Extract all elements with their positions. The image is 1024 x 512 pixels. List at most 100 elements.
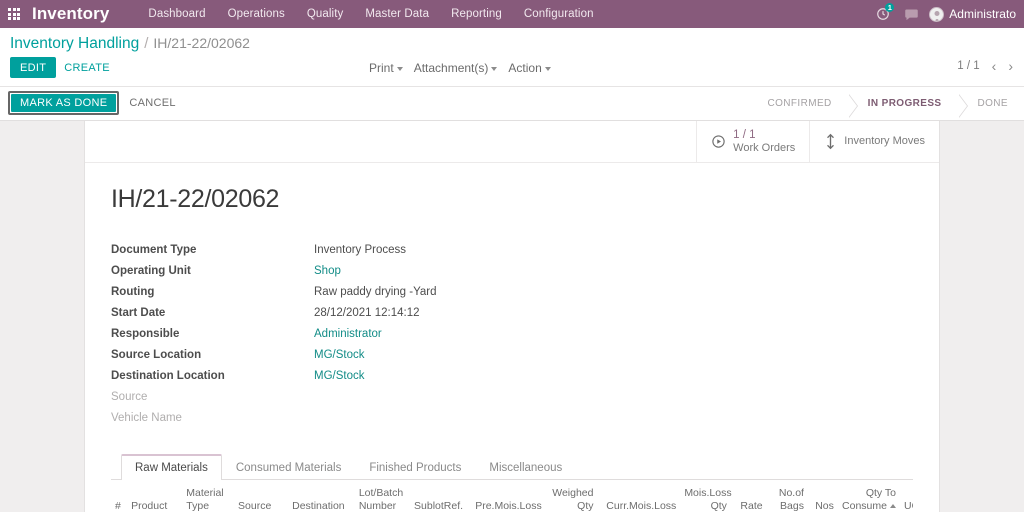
- raw-materials-table: # Product Material Type Source Destinati…: [111, 480, 913, 512]
- vertical-arrows-icon: [824, 133, 837, 150]
- control-panel: Inventory Handling / IH/21-22/02062 EDIT…: [0, 28, 1024, 88]
- col-source[interactable]: Source: [234, 480, 289, 512]
- apps-grid-icon[interactable]: [0, 0, 28, 28]
- chevron-down-icon: [491, 66, 498, 71]
- col-qty-to-consume-label: Qty To Consume: [842, 487, 896, 512]
- smart-button-box: 1 / 1 Work Orders Inventory Moves: [85, 121, 939, 164]
- breadcrumb-current: IH/21-22/02062: [153, 35, 250, 51]
- field-value-operating-unit[interactable]: Shop: [314, 261, 913, 281]
- tab-finished-products[interactable]: Finished Products: [355, 454, 475, 480]
- col-material-type[interactable]: Material Type: [182, 480, 235, 512]
- odoo-inventory-handling-form: Inventory Dashboard Operations Quality M…: [0, 0, 1024, 512]
- field-label-destination-location: Destination Location: [111, 370, 225, 383]
- col-product[interactable]: Product: [127, 480, 183, 512]
- play-circle-icon: [711, 134, 726, 149]
- user-menu[interactable]: Administrato: [925, 6, 1024, 22]
- col-index[interactable]: #: [111, 480, 128, 512]
- notebook: Raw Materials Consumed Materials Finishe…: [111, 454, 913, 512]
- page-title: IH/21-22/02062: [111, 185, 280, 214]
- mark-as-done-button[interactable]: MARK AS DONE: [11, 94, 117, 113]
- col-destination[interactable]: Destination: [288, 480, 355, 512]
- mark-as-done-focus-ring: MARK AS DONE: [8, 91, 120, 116]
- tab-miscellaneous[interactable]: Miscellaneous: [475, 454, 576, 480]
- col-curr-mois-loss[interactable]: Curr.Mois.Loss: [597, 480, 681, 512]
- field-label-responsible: Responsible: [111, 328, 180, 341]
- control-panel-buttons: EDIT CREATE Print Attachment(s) Action 1…: [0, 53, 1024, 86]
- raw-materials-table-wrapper: # Product Material Type Source Destinati…: [111, 480, 913, 512]
- inventory-moves-label: Inventory Moves: [844, 135, 925, 148]
- field-label-source: Source: [111, 391, 148, 404]
- col-rate[interactable]: Rate: [730, 480, 767, 512]
- user-name-label: Administrato: [949, 7, 1016, 21]
- navbar-systray: 1 Administrato: [869, 0, 1024, 28]
- breadcrumb-separator: /: [144, 35, 149, 52]
- menu-item-operations[interactable]: Operations: [217, 3, 296, 25]
- notebook-tabs: Raw Materials Consumed Materials Finishe…: [111, 454, 913, 481]
- tab-consumed-materials[interactable]: Consumed Materials: [222, 454, 355, 480]
- pager-next-button[interactable]: ›: [1003, 59, 1018, 73]
- col-lot-batch-number[interactable]: Lot/Batch Number: [354, 480, 411, 512]
- field-value-responsible[interactable]: Administrator: [314, 324, 913, 344]
- field-value-start-date: 28/12/2021 12:14:12: [314, 307, 420, 320]
- sort-ascending-icon: [890, 503, 896, 508]
- menu-item-reporting[interactable]: Reporting: [440, 3, 513, 25]
- apps-grid-glyph: [8, 8, 20, 20]
- status-action-bar: MARK AS DONE CANCEL CONFIRMED IN PROGRES…: [0, 87, 1024, 122]
- col-pre-mois-loss[interactable]: Pre.Mois.Loss: [469, 480, 546, 512]
- smart-button-work-orders[interactable]: 1 / 1 Work Orders: [696, 121, 809, 163]
- print-dropdown[interactable]: Print: [365, 58, 407, 78]
- pager-previous-button[interactable]: ‹: [987, 59, 1002, 73]
- form-fields-group: Document Type Inventory Process Operatin…: [111, 240, 913, 428]
- attachments-dropdown[interactable]: Attachment(s): [410, 58, 502, 78]
- stage-in-progress[interactable]: IN PROGRESS: [847, 94, 968, 119]
- app-brand-title[interactable]: Inventory: [32, 4, 109, 24]
- field-value-destination-location[interactable]: MG/Stock: [314, 366, 913, 386]
- attachments-label: Attachment(s): [413, 61, 489, 75]
- create-button[interactable]: CREATE: [56, 58, 118, 78]
- clock-activity-icon[interactable]: 1: [869, 0, 897, 28]
- field-label-vehicle-name: Vehicle Name: [111, 412, 182, 425]
- main-menu: Dashboard Operations Quality Master Data…: [137, 3, 604, 25]
- field-label-source-location: Source Location: [111, 349, 202, 362]
- menu-item-dashboard[interactable]: Dashboard: [137, 3, 216, 25]
- menu-item-quality[interactable]: Quality: [296, 3, 355, 25]
- field-label-document-type: Document Type: [111, 244, 197, 257]
- action-dropdown[interactable]: Action: [504, 58, 554, 78]
- action-label: Action: [508, 61, 542, 75]
- form-sheet: 1 / 1 Work Orders Inventory Moves IH/21-…: [84, 121, 940, 512]
- stage-confirmed[interactable]: CONFIRMED: [747, 94, 858, 119]
- avatar: [929, 6, 945, 22]
- edit-button[interactable]: EDIT: [10, 57, 57, 79]
- chevron-down-icon: [396, 66, 403, 71]
- field-value-source[interactable]: [314, 387, 913, 407]
- work-orders-count: 1 / 1: [733, 128, 756, 141]
- field-value-source-location[interactable]: MG/Stock: [314, 345, 913, 365]
- col-no-of-bags[interactable]: No.of Bags: [766, 480, 808, 512]
- menu-item-configuration[interactable]: Configuration: [513, 3, 605, 25]
- field-label-start-date: Start Date: [111, 307, 166, 320]
- menu-item-master-data[interactable]: Master Data: [354, 3, 440, 25]
- table-header-row: # Product Material Type Source Destinati…: [111, 480, 913, 512]
- chat-bubble-icon[interactable]: [897, 0, 925, 28]
- field-value-vehicle-name[interactable]: [314, 408, 913, 428]
- cancel-button[interactable]: CANCEL: [123, 94, 181, 112]
- col-nos[interactable]: Nos: [807, 480, 838, 512]
- field-label-routing: Routing: [111, 286, 155, 299]
- form-body: IH/21-22/02062 Document Type Inventory P…: [85, 163, 939, 512]
- col-qty-to-consume[interactable]: Qty To Consume: [837, 480, 900, 512]
- pager: 1 / 1 ‹ ›: [952, 59, 1018, 73]
- activity-badge-count: 1: [885, 3, 895, 12]
- col-uom[interactable]: UOM: [900, 480, 913, 512]
- col-mois-loss-qty[interactable]: Mois.Loss Qty: [680, 480, 732, 512]
- tab-raw-materials[interactable]: Raw Materials: [121, 454, 222, 481]
- chevron-down-icon: [544, 66, 551, 71]
- breadcrumb-root-link[interactable]: Inventory Handling: [10, 35, 139, 53]
- top-navbar: Inventory Dashboard Operations Quality M…: [0, 0, 1024, 28]
- col-weighed-qty[interactable]: Weighed Qty: [545, 480, 598, 512]
- control-panel-dropdowns: Print Attachment(s) Action: [365, 58, 555, 78]
- workflow-buttons: MARK AS DONE CANCEL: [0, 91, 182, 116]
- smart-button-inventory-moves[interactable]: Inventory Moves: [809, 121, 939, 163]
- breadcrumb: Inventory Handling / IH/21-22/02062: [0, 28, 1024, 53]
- col-sublot-ref[interactable]: SublotRef.: [410, 480, 470, 512]
- work-orders-label: Work Orders: [733, 142, 796, 155]
